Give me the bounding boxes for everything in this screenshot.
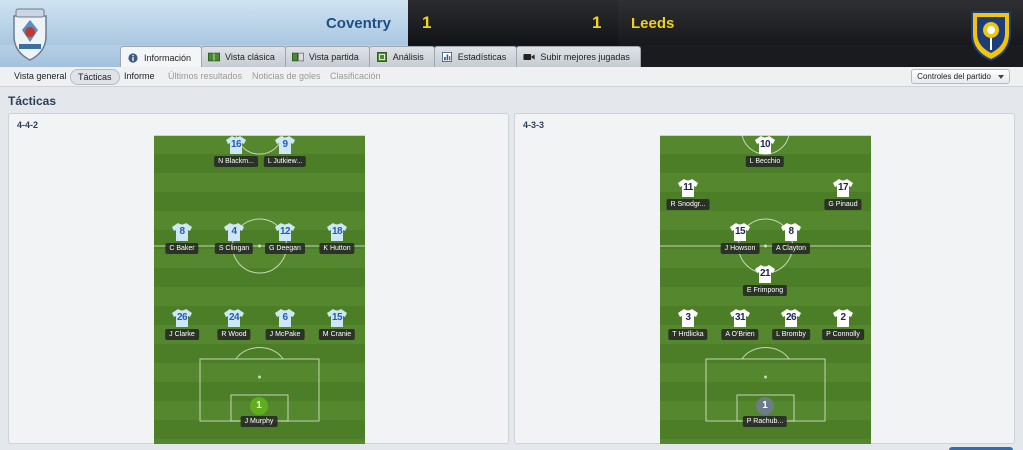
tab-informacion[interactable]: Información — [120, 46, 203, 68]
player-name: S Clingan — [214, 243, 254, 254]
stats-icon — [441, 52, 452, 62]
home-pitch: 16 N Blackm... 9L Jutkiew... 8C Baker 4S … — [154, 135, 365, 444]
player-name: P Connolly — [822, 329, 864, 340]
shirt-number: 17 — [837, 182, 849, 193]
tab-label: Subir mejores jugadas — [540, 52, 630, 62]
player-name: G Pinaud — [824, 199, 862, 210]
subnav-tacticas[interactable]: Tácticas — [70, 69, 120, 85]
goalkeeper-marker[interactable]: 1 P Rachub... — [730, 396, 800, 432]
subnav-informe[interactable]: Informe — [124, 71, 155, 81]
player-marker[interactable]: 21 E Frimpong — [730, 265, 800, 301]
player-name: A O'Brien — [721, 329, 759, 340]
player-name: T Hrdlicka — [668, 329, 708, 340]
player-marker[interactable]: 17 G Pinaud — [808, 179, 871, 215]
player-name: C Baker — [165, 243, 199, 254]
shirt-number: 1 — [256, 400, 262, 411]
subnav-clasificacion[interactable]: Clasificación — [330, 71, 381, 81]
player-name: E Frimpong — [742, 285, 788, 296]
shirt-number: 10 — [759, 139, 771, 150]
score-band — [408, 0, 618, 45]
tab-label: Estadísticas — [457, 52, 507, 62]
tab-label: Información — [144, 52, 192, 63]
shirt-number: 18 — [331, 226, 343, 237]
shirt-number: 21 — [759, 268, 771, 279]
shirt-number: 2 — [840, 312, 846, 323]
subnav-ultimos-resultados[interactable]: Últimos resultados — [168, 71, 242, 81]
split-pitch-icon — [291, 52, 304, 62]
sub-navigation: Vista general Tácticas Informe Últimos r… — [0, 67, 1023, 87]
analysis-icon — [376, 52, 387, 62]
tab-label: Vista partida — [308, 52, 359, 62]
player-name: R Snodgr... — [666, 199, 710, 210]
player-name: P Rachub... — [742, 416, 788, 427]
away-pitch: 10 L Becchio 11 R Snodgr... 17 G Pinaud 15 J… — [660, 135, 871, 444]
home-score: 1 — [422, 13, 432, 32]
player-marker[interactable]: 15 M Cranie — [302, 309, 365, 345]
shirt-number: 1 — [762, 400, 768, 411]
subnav-noticias-de-goles[interactable]: Noticias de goles — [252, 71, 321, 81]
player-name: R Wood — [217, 329, 251, 340]
match-controls-dropdown[interactable]: Controles del partido — [911, 69, 1010, 84]
leeds-crest-icon[interactable] — [968, 8, 1014, 62]
player-name: J Murphy — [240, 416, 278, 427]
player-name: J McPake — [265, 329, 305, 340]
tab-vista-clasica[interactable]: Vista clásica — [201, 46, 286, 67]
page-title: Tácticas — [8, 94, 57, 108]
player-name: G Deegan — [265, 243, 305, 254]
player-name: J Howson — [720, 243, 760, 254]
tab-label: Vista clásica — [225, 52, 275, 62]
goalkeeper-marker[interactable]: 1 J Murphy — [224, 396, 294, 432]
tab-analisis[interactable]: Análisis — [368, 46, 435, 67]
shirt-number: 15 — [331, 312, 343, 323]
player-marker[interactable]: 11 R Snodgr... — [660, 179, 723, 215]
player-name: L Bromby — [772, 329, 810, 340]
coventry-crest-icon[interactable] — [10, 6, 50, 62]
match-controls-label: Controles del partido — [917, 72, 991, 81]
away-formation: 4-3-3 — [523, 120, 545, 130]
player-marker[interactable]: 2 P Connolly — [808, 309, 871, 345]
tab-subir-mejores-jugadas[interactable]: Subir mejores jugadas — [516, 46, 641, 67]
tab-vista-partida[interactable]: Vista partida — [284, 46, 370, 67]
match-header: Coventry 1 1 Leeds Información Vista clá… — [0, 0, 1023, 68]
home-tactics-panel: 4-4-2 16 N Blackm... 9L Jutkiew... 8C Bak… — [8, 113, 509, 444]
player-name: L Becchio — [745, 156, 785, 167]
away-score: 1 — [592, 13, 602, 32]
shirt-number: 9 — [282, 139, 288, 150]
player-name: A Clayton — [772, 243, 810, 254]
away-team-name[interactable]: Leeds — [631, 15, 674, 32]
chevron-down-icon — [998, 75, 1004, 79]
info-icon — [128, 52, 138, 63]
shirt-number: 11 — [683, 182, 693, 193]
player-marker[interactable]: 9 L Jutkiew... — [250, 136, 320, 172]
video-camera-icon — [523, 54, 535, 60]
away-team-band — [618, 0, 1023, 45]
tab-label: Análisis — [392, 52, 424, 62]
home-formation: 4-4-2 — [17, 120, 39, 130]
shirt-number: 8 — [788, 226, 794, 237]
pitch-icon — [208, 52, 221, 62]
match-tabs: Información Vista clásica Vista partida … — [120, 46, 641, 68]
player-name: J Clarke — [165, 329, 199, 340]
player-marker[interactable]: 18 K Hutton — [302, 223, 365, 259]
player-marker[interactable]: 8 A Clayton — [756, 223, 826, 259]
player-marker[interactable]: 10 L Becchio — [730, 136, 800, 172]
player-name: M Cranie — [318, 329, 356, 340]
subnav-vista-general[interactable]: Vista general — [14, 71, 66, 81]
away-tactics-panel: 4-3-3 10 L Becchio 11 R Snodgr... 17 G Pina… — [514, 113, 1015, 444]
tab-estadisticas[interactable]: Estadísticas — [433, 46, 518, 67]
home-team-name[interactable]: Coventry — [326, 15, 391, 32]
player-name: L Jutkiew... — [263, 156, 307, 167]
player-name: K Hutton — [319, 243, 355, 254]
